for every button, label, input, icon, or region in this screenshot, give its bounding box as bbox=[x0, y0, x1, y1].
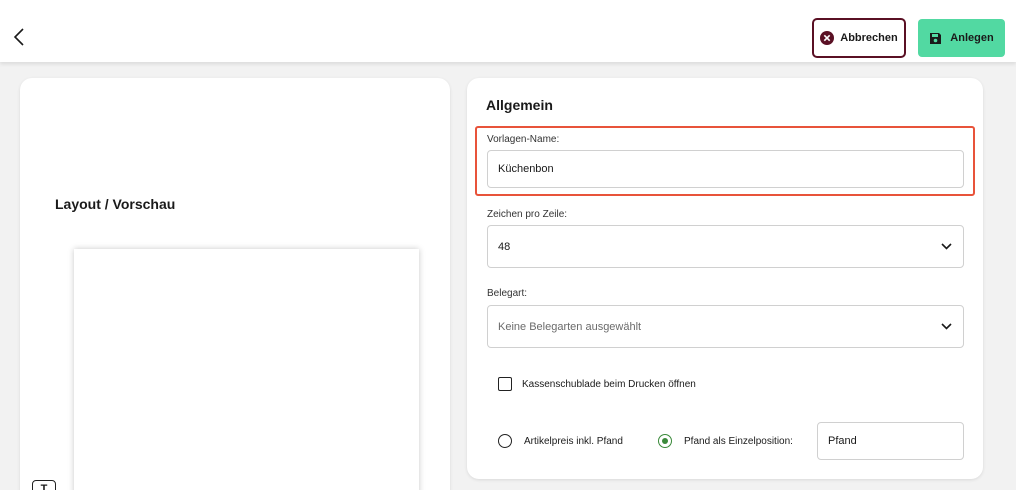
save-button[interactable]: Anlegen bbox=[918, 19, 1005, 57]
chevron-down-icon bbox=[939, 322, 953, 332]
layout-preview-card: Layout / Vorschau T bbox=[20, 78, 450, 490]
cash-drawer-label: Kassenschublade beim Drucken öffnen bbox=[522, 378, 696, 390]
radio-price-incl-deposit[interactable]: Artikelpreis inkl. Pfand bbox=[498, 434, 623, 448]
template-name-value: Küchenbon bbox=[498, 163, 554, 175]
general-settings-card: Allgemein Vorlagen-Name: Küchenbon Zeich… bbox=[467, 78, 983, 479]
section-title: Allgemein bbox=[486, 97, 553, 113]
cash-drawer-checkbox[interactable] bbox=[498, 377, 512, 391]
template-name-input[interactable]: Küchenbon bbox=[487, 150, 964, 188]
chars-per-line-select[interactable]: 48 bbox=[487, 225, 964, 268]
top-bar: Abbrechen Anlegen bbox=[0, 0, 1016, 62]
text-tool-button[interactable]: T bbox=[32, 480, 56, 490]
deposit-position-value: Pfand bbox=[828, 435, 857, 447]
radio-label-incl-deposit: Artikelpreis inkl. Pfand bbox=[524, 435, 623, 447]
radio-deposit-single-position[interactable]: Pfand als Einzelposition: bbox=[658, 434, 793, 448]
preview-title: Layout / Vorschau bbox=[55, 196, 176, 212]
close-circle-icon bbox=[820, 31, 835, 45]
receipt-preview-paper bbox=[74, 249, 419, 490]
chars-per-line-label: Zeichen pro Zeile: bbox=[487, 209, 568, 220]
document-type-label: Belegart: bbox=[487, 288, 528, 299]
cash-drawer-option[interactable]: Kassenschublade beim Drucken öffnen bbox=[498, 377, 696, 391]
text-tool-icon: T bbox=[40, 483, 48, 490]
radio-button-single-position[interactable] bbox=[658, 434, 672, 448]
back-button[interactable] bbox=[8, 24, 30, 50]
cancel-button-label: Abbrechen bbox=[840, 32, 898, 44]
chevron-down-icon bbox=[939, 242, 953, 252]
cancel-button[interactable]: Abbrechen bbox=[812, 18, 906, 58]
save-button-label: Anlegen bbox=[950, 32, 994, 44]
template-name-label: Vorlagen-Name: bbox=[487, 134, 560, 145]
deposit-position-input[interactable]: Pfand bbox=[817, 422, 964, 460]
chars-per-line-value: 48 bbox=[498, 240, 511, 253]
radio-label-single-position: Pfand als Einzelposition: bbox=[684, 435, 793, 447]
save-disk-icon bbox=[930, 32, 942, 44]
document-type-select[interactable]: Keine Belegarten ausgewählt bbox=[487, 305, 964, 348]
chevron-left-icon bbox=[13, 28, 24, 46]
radio-button-incl-deposit[interactable] bbox=[498, 434, 512, 448]
document-type-placeholder: Keine Belegarten ausgewählt bbox=[498, 320, 642, 333]
